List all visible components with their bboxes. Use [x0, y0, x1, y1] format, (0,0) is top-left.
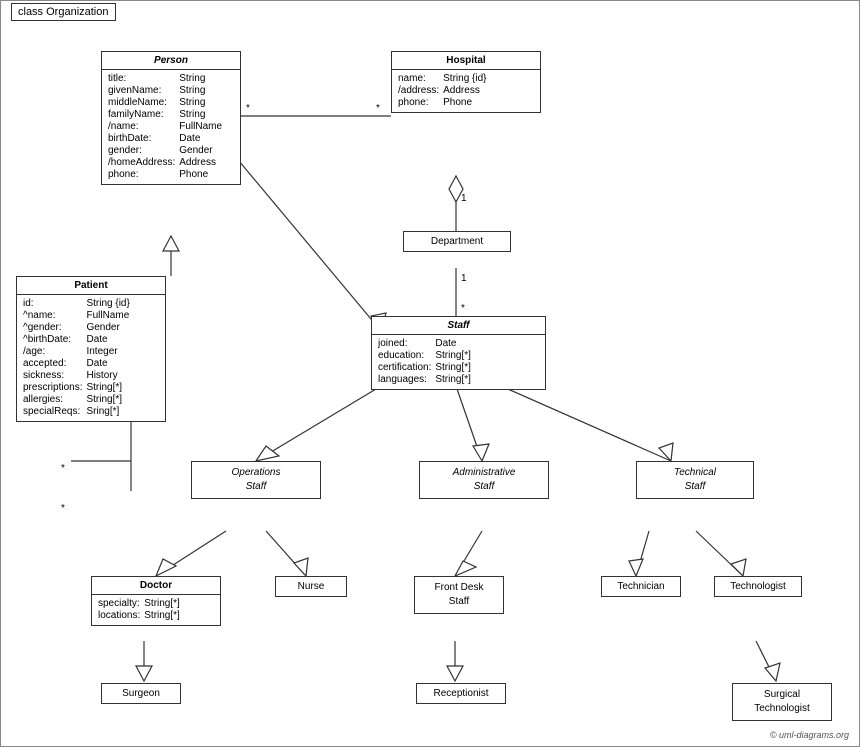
- staff-body: joined:Date education:String[*] certific…: [372, 335, 545, 389]
- patient-class: Patient id:String {id} ^name:FullName ^g…: [16, 276, 166, 422]
- copyright: © uml-diagrams.org: [770, 730, 849, 740]
- svg-text:*: *: [61, 503, 65, 514]
- hospital-title: Hospital: [392, 52, 540, 70]
- operations-staff-class: OperationsStaff: [191, 461, 321, 499]
- staff-title: Staff: [372, 317, 545, 335]
- svg-text:*: *: [246, 103, 250, 114]
- surgeon-class: Surgeon: [101, 683, 181, 704]
- technical-staff-class: TechnicalStaff: [636, 461, 754, 499]
- svg-text:1: 1: [461, 273, 467, 284]
- administrative-staff-class: AdministrativeStaff: [419, 461, 549, 499]
- nurse-class: Nurse: [275, 576, 347, 597]
- doctor-body: specialty:String[*] locations:String[*]: [92, 595, 220, 625]
- person-title: Person: [102, 52, 240, 70]
- hospital-body: name:String {id} /address:Address phone:…: [392, 70, 540, 112]
- svg-text:*: *: [461, 303, 465, 314]
- staff-class: Staff joined:Date education:String[*] ce…: [371, 316, 546, 390]
- surgical-technologist-class: SurgicalTechnologist: [732, 683, 832, 721]
- technician-class: Technician: [601, 576, 681, 597]
- front-desk-staff-class: Front DeskStaff: [414, 576, 504, 614]
- person-body: title:String givenName:String middleName…: [102, 70, 240, 184]
- person-class: Person title:String givenName:String mid…: [101, 51, 241, 185]
- receptionist-class: Receptionist: [416, 683, 506, 704]
- doctor-title: Doctor: [92, 577, 220, 595]
- svg-text:1: 1: [461, 193, 467, 204]
- svg-text:*: *: [376, 103, 380, 114]
- technologist-class: Technologist: [714, 576, 802, 597]
- diagram-title: class Organization: [11, 3, 116, 21]
- doctor-class: Doctor specialty:String[*] locations:Str…: [91, 576, 221, 626]
- patient-title: Patient: [17, 277, 165, 295]
- svg-text:*: *: [61, 463, 65, 474]
- uml-diagram: class Organization * * 1 * 1 * * *: [0, 0, 860, 747]
- hospital-class: Hospital name:String {id} /address:Addre…: [391, 51, 541, 113]
- patient-body: id:String {id} ^name:FullName ^gender:Ge…: [17, 295, 165, 421]
- department-class: Department: [403, 231, 511, 252]
